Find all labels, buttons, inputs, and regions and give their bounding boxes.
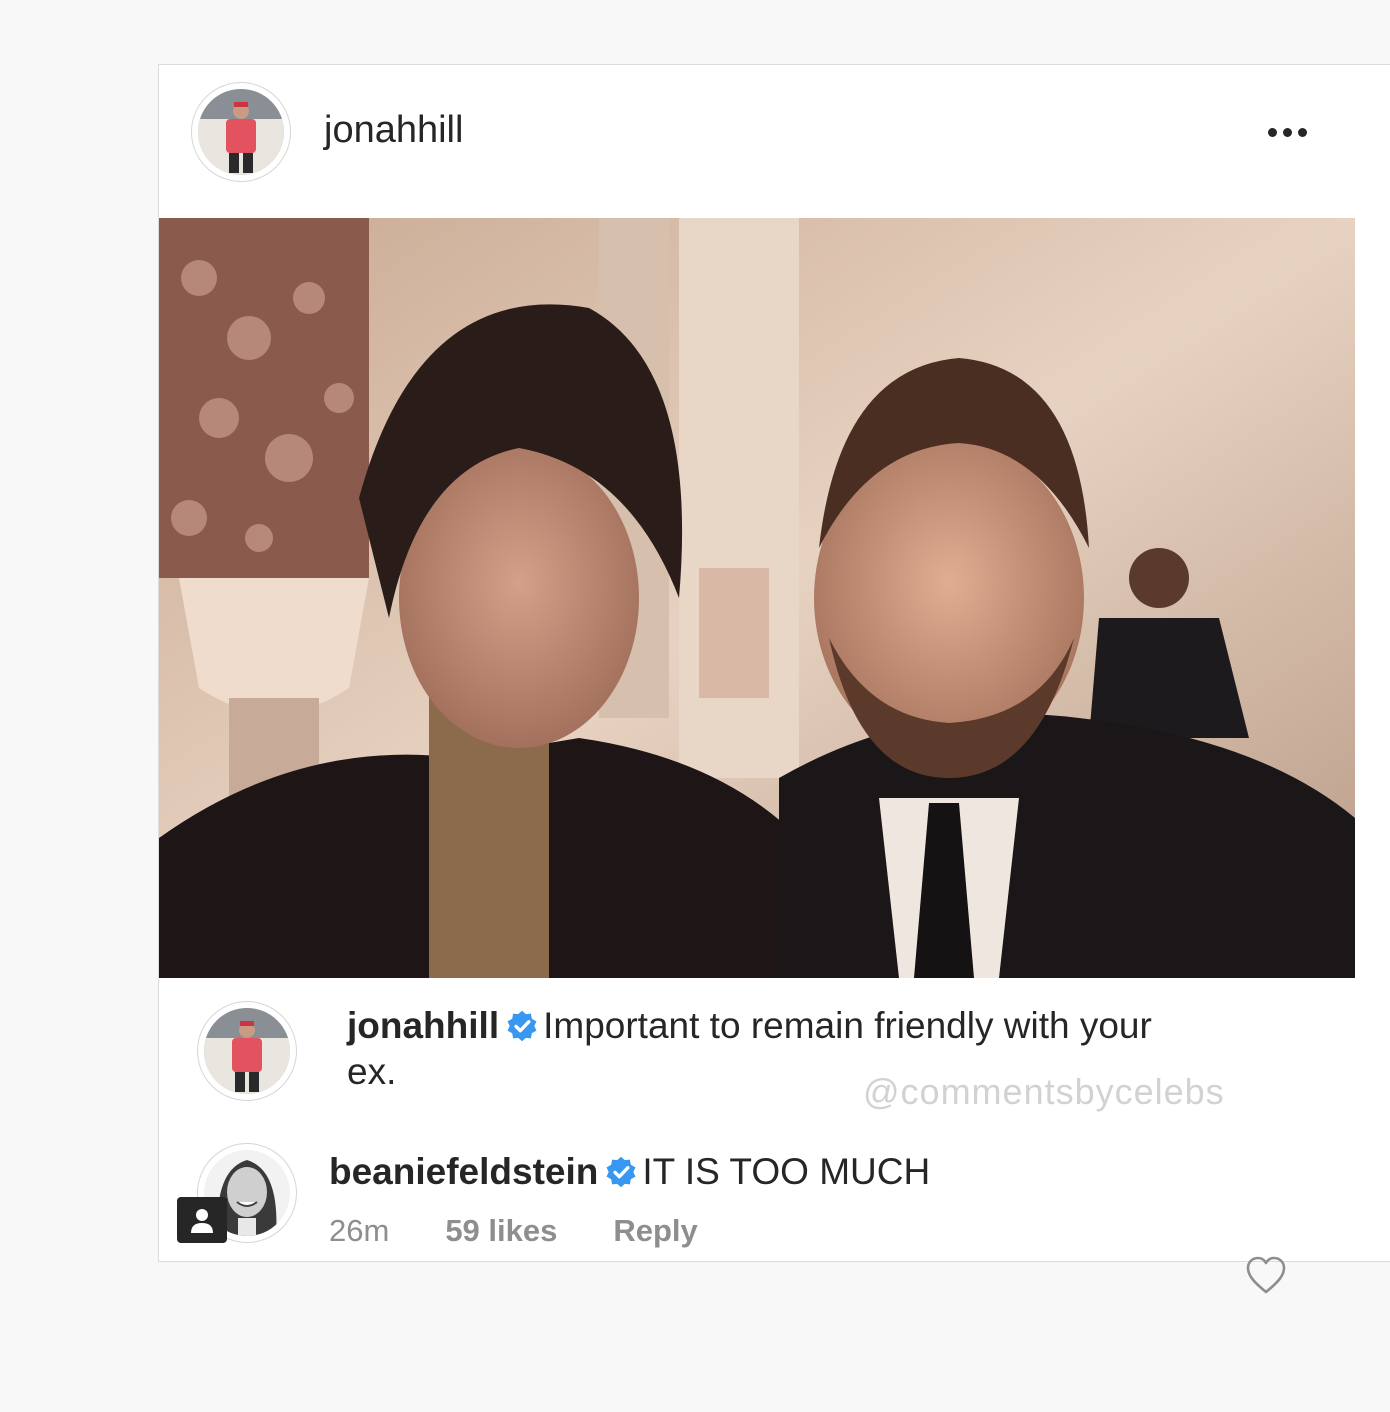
comment-text-block: beaniefeldstein IT IS TOO MUCH: [329, 1149, 930, 1195]
watermark-text: @commentsbycelebs: [863, 1071, 1225, 1112]
comment-meta: 26m 59 likes Reply: [329, 1213, 698, 1249]
comment-timestamp: 26m: [329, 1213, 390, 1248]
caption-username[interactable]: jonahhill: [347, 1005, 499, 1046]
post-photo[interactable]: [159, 218, 1355, 978]
caption-avatar[interactable]: [197, 1001, 297, 1101]
verified-badge-icon: [606, 1156, 636, 1188]
user-tag-icon: [191, 1209, 213, 1233]
more-options-button[interactable]: [1259, 117, 1315, 147]
more-dots-icon: [1267, 127, 1277, 137]
comment-likes[interactable]: 59 likes: [445, 1213, 557, 1249]
author-avatar-image: [198, 89, 284, 175]
more-dots-icon-dot: [1282, 127, 1292, 137]
author-username[interactable]: jonahhill: [324, 109, 463, 152]
reply-button[interactable]: Reply: [613, 1213, 697, 1249]
post-header: jonahhill: [159, 65, 1390, 219]
post-caption: jonahhill Important to remain friendly wi…: [159, 979, 1390, 1129]
comment-row: beaniefeldstein IT IS TOO MUCH 26m 59 lik…: [159, 1135, 1390, 1294]
verified-badge-icon: [507, 1010, 537, 1042]
heart-outline-icon[interactable]: [1245, 1255, 1287, 1295]
commenter-username[interactable]: beaniefeldstein: [329, 1151, 598, 1192]
author-avatar[interactable]: [191, 82, 291, 182]
comment-text: IT IS TOO MUCH: [642, 1151, 931, 1192]
post-card: jonahhill jonahhill Important to remain …: [158, 64, 1390, 1294]
user-tag-button[interactable]: [177, 1197, 227, 1243]
caption-avatar-image: [204, 1008, 290, 1094]
more-dots-icon-dot: [1297, 127, 1307, 137]
